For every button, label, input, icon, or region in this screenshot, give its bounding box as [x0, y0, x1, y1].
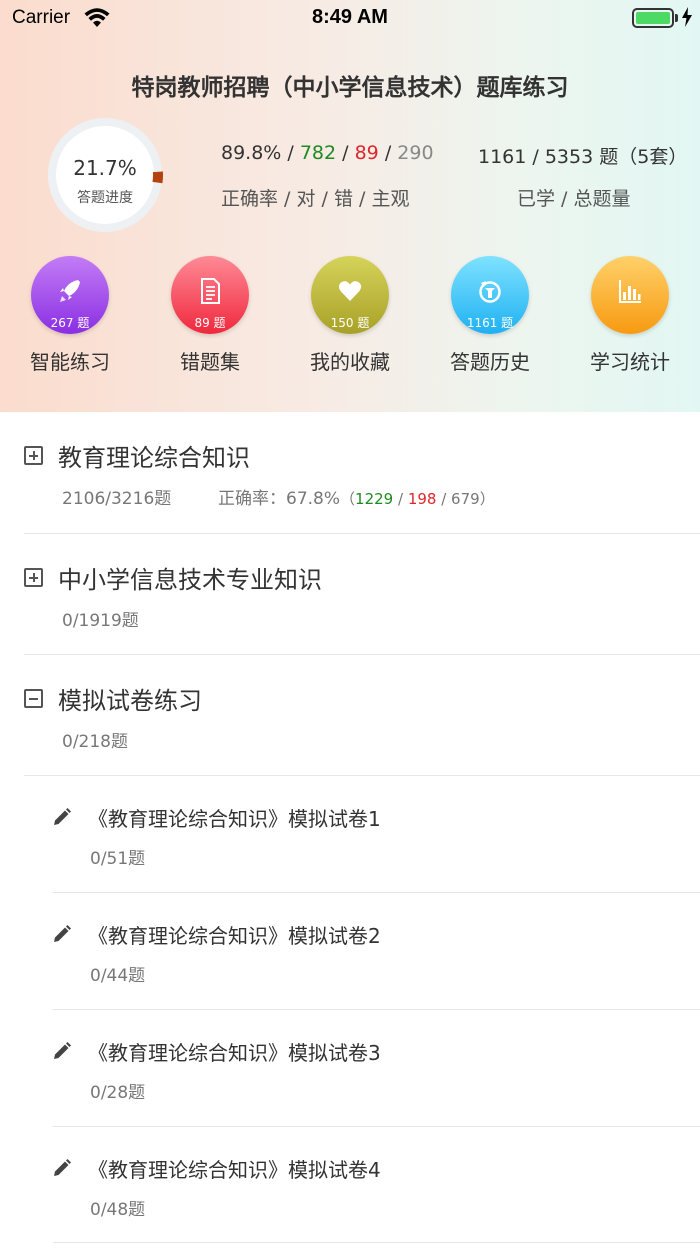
category-accuracy: 正确率：67.8%（1229 / 198 / 679）	[218, 484, 495, 509]
smart-practice-button[interactable]: 267 题 智能练习	[10, 256, 130, 375]
separator: /	[378, 142, 398, 164]
study-stats: 1161 / 5353 题（5套）	[478, 146, 688, 168]
favorites-label: 我的收藏	[310, 350, 390, 374]
paren: ）	[479, 490, 495, 508]
correct-count: 1229	[355, 490, 394, 508]
history-icon	[479, 281, 501, 303]
category-progress: 2106/3216题	[62, 489, 172, 509]
exam-title: 《教育理论综合知识》模拟试卷1	[88, 807, 381, 831]
expand-icon[interactable]	[24, 446, 43, 465]
category-title: 模拟试卷练习	[58, 687, 202, 715]
wrong-count: 89	[354, 142, 379, 164]
favorites-button[interactable]: 150 题 我的收藏	[290, 256, 410, 375]
expand-icon[interactable]	[24, 568, 43, 587]
mock-exam-item-3[interactable]: 《教育理论综合知识》模拟试卷3 0/28题	[0, 1010, 700, 1126]
study-statistics-circle[interactable]	[591, 256, 669, 334]
category-title: 教育理论综合知识	[58, 444, 250, 472]
answer-history-label: 答题历史	[450, 350, 530, 374]
chart-icon	[619, 280, 641, 303]
separator: /	[393, 490, 408, 508]
mock-exam-item-4[interactable]: 《教育理论综合知识》模拟试卷4 0/48题	[0, 1127, 700, 1243]
exam-title: 《教育理论综合知识》模拟试卷2	[88, 924, 381, 948]
accuracy-stats: 89.8% / 782 / 89 / 290	[221, 142, 434, 164]
mock-exam-item-1[interactable]: 《教育理论综合知识》模拟试卷1 0/51题	[0, 776, 700, 892]
category-info-tech[interactable]: 中小学信息技术专业知识 0/1919题	[0, 534, 700, 655]
battery-icon	[632, 8, 674, 28]
pencil-icon	[54, 925, 71, 942]
progress-percent: 21.7%	[73, 156, 137, 180]
wrong-questions-circle[interactable]: 89 题	[171, 256, 249, 334]
exam-progress: 0/44题	[90, 966, 146, 986]
category-progress: 0/1919题	[62, 611, 139, 631]
answer-history-count: 1161 题	[466, 316, 514, 330]
divider	[53, 1242, 700, 1243]
smart-practice-circle[interactable]: 267 题	[31, 256, 109, 334]
summary-header: Carrier 8:49 AM 特岗教师招聘（中小学信息技术）题库练习 21.7…	[0, 0, 700, 412]
separator: /	[336, 142, 355, 164]
correct-count: 782	[299, 142, 337, 164]
favorites-circle[interactable]: 150 题	[311, 256, 389, 334]
accuracy-rate: 89.8%	[221, 142, 282, 164]
wrong-questions-button[interactable]: 89 题 错题集	[150, 256, 270, 375]
study-statistics-button[interactable]: 学习统计	[570, 256, 690, 375]
battery-tip	[675, 14, 678, 22]
status-bar: Carrier 8:49 AM	[0, 0, 700, 40]
favorites-count: 150 题	[330, 316, 370, 330]
category-education-theory[interactable]: 教育理论综合知识 2106/3216题 正确率：67.8%（1229 / 198…	[0, 412, 700, 533]
separator: /	[436, 490, 452, 508]
rocket-icon	[60, 280, 80, 302]
pencil-icon	[54, 808, 71, 825]
study-statistics-label: 学习统计	[590, 350, 670, 374]
document-icon	[201, 278, 220, 304]
study-caption: 已学 / 总题量	[517, 188, 631, 210]
exam-title: 《教育理论综合知识》模拟试卷3	[88, 1041, 381, 1065]
pencil-icon	[54, 1159, 71, 1176]
exam-progress: 0/48题	[90, 1200, 146, 1220]
category-title: 中小学信息技术专业知识	[58, 566, 322, 594]
wrong-questions-count: 89 题	[194, 316, 226, 330]
page-title: 特岗教师招聘（中小学信息技术）题库练习	[131, 75, 569, 101]
mock-exam-item-2[interactable]: 《教育理论综合知识》模拟试卷2 0/44题	[0, 893, 700, 1009]
subjective-count: 679	[451, 490, 480, 508]
subjective-count: 290	[397, 142, 434, 164]
exam-progress: 0/28题	[90, 1083, 146, 1103]
accuracy-caption: 正确率 / 对 / 错 / 主观	[221, 188, 410, 210]
answer-history-circle[interactable]: 1161 题	[451, 256, 529, 334]
wrong-questions-label: 错题集	[180, 350, 240, 374]
smart-practice-count: 267 题	[50, 316, 90, 330]
progress-label: 答题进度	[77, 190, 133, 206]
paren: （	[340, 490, 356, 508]
clock: 8:49 AM	[312, 6, 388, 28]
collapse-icon[interactable]	[24, 689, 43, 708]
pencil-icon	[54, 1042, 71, 1059]
category-progress: 0/218题	[62, 732, 128, 752]
wrong-count: 198	[407, 490, 437, 508]
accuracy-label: 正确率：	[218, 489, 286, 509]
heart-icon	[338, 281, 362, 301]
smart-practice-label: 智能练习	[30, 350, 110, 374]
category-mock-exams[interactable]: 模拟试卷练习 0/218题	[0, 655, 700, 776]
exam-progress: 0/51题	[90, 849, 146, 869]
charging-bolt-icon	[682, 7, 692, 27]
separator: /	[281, 142, 300, 164]
answer-history-button[interactable]: 1161 题 答题历史	[430, 256, 550, 375]
accuracy-value: 67.8%	[286, 489, 341, 509]
exam-title: 《教育理论综合知识》模拟试卷4	[88, 1158, 381, 1182]
